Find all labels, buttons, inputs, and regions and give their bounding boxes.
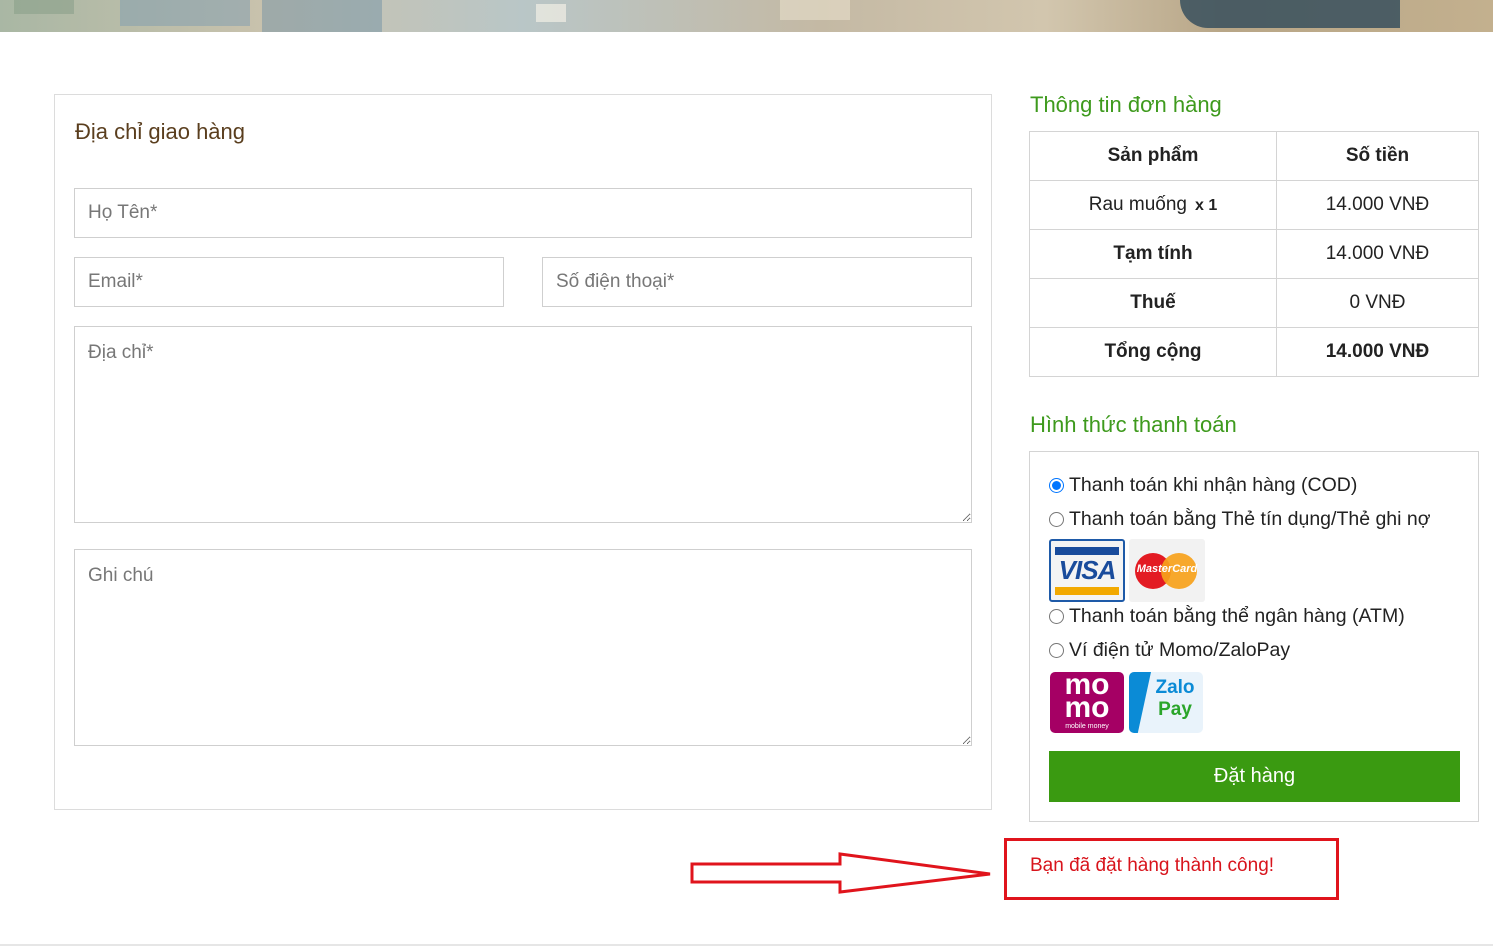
- subtotal-label: Tạm tính: [1029, 229, 1277, 279]
- payment-radio-ewallet[interactable]: [1049, 643, 1064, 658]
- address-textarea[interactable]: [74, 326, 972, 523]
- payment-radio-atm[interactable]: [1049, 609, 1064, 624]
- visa-logo: VISA: [1049, 539, 1125, 602]
- payment-radio-cod[interactable]: [1049, 478, 1064, 493]
- total-label: Tổng cộng: [1029, 327, 1277, 377]
- table-row-item: Rau muống x 1 14.000 VNĐ: [1029, 180, 1479, 230]
- mastercard-logo-text: MasterCard: [1136, 563, 1198, 575]
- payment-radio-card[interactable]: [1049, 512, 1064, 527]
- total-value: 14.000 VNĐ: [1276, 327, 1479, 377]
- payment-option-label: Ví điện tử Momo/ZaloPay: [1069, 639, 1291, 661]
- payment-option-atm[interactable]: Thanh toán bằng thể ngân hàng (ATM): [1048, 605, 1405, 628]
- phone-input[interactable]: [542, 257, 972, 307]
- shipping-address-card: Địa chỉ giao hàng: [54, 94, 992, 810]
- momo-logo: mo mo mobile money: [1050, 672, 1124, 733]
- item-price: 14.000 VNĐ: [1276, 180, 1479, 230]
- address-section-title: Địa chỉ giao hàng: [75, 119, 246, 144]
- momo-logo-text-bottom: mo: [1064, 691, 1110, 724]
- table-row-tax: Thuế 0 VNĐ: [1029, 278, 1479, 328]
- payment-method-box: Thanh toán khi nhận hàng (COD) Thanh toá…: [1029, 451, 1479, 822]
- tax-label: Thuế: [1029, 278, 1277, 328]
- tax-value: 0 VNĐ: [1276, 278, 1479, 328]
- annotation-arrow-icon: [690, 852, 991, 894]
- table-row-total: Tổng cộng 14.000 VNĐ: [1029, 327, 1479, 377]
- payment-method-title: Hình thức thanh toán: [1030, 412, 1237, 437]
- place-order-button[interactable]: Đặt hàng: [1049, 751, 1460, 802]
- momo-logo-tagline: mobile money: [1065, 723, 1109, 730]
- item-name: Rau muống: [1088, 194, 1187, 215]
- order-summary-table: Sản phẩm Số tiền Rau muống x 1 14.000 VNĐ…: [1029, 131, 1479, 377]
- item-cell: Rau muống x 1: [1029, 180, 1277, 230]
- zalopay-logo: Zalo Pay: [1129, 672, 1203, 733]
- success-message: Bạn đã đặt hàng thành công!: [1030, 855, 1275, 876]
- page-divider: [0, 944, 1493, 946]
- order-info-title: Thông tin đơn hàng: [1030, 92, 1222, 117]
- table-header-row: Sản phẩm Số tiền: [1029, 131, 1479, 181]
- email-input[interactable]: [74, 257, 504, 307]
- zalopay-logo-text-bottom: Pay: [1158, 699, 1192, 720]
- payment-option-cod[interactable]: Thanh toán khi nhận hàng (COD): [1048, 474, 1357, 497]
- mastercard-logo: MasterCard: [1129, 539, 1205, 602]
- full-name-input[interactable]: [74, 188, 972, 238]
- note-textarea[interactable]: [74, 549, 972, 746]
- payment-option-ewallet[interactable]: Ví điện tử Momo/ZaloPay: [1048, 639, 1290, 662]
- visa-logo-text: VISA: [1058, 555, 1117, 585]
- order-success-notice: Bạn đã đặt hàng thành công!: [1004, 838, 1339, 900]
- column-header-product: Sản phẩm: [1029, 131, 1277, 181]
- header-banner-image: [0, 0, 1493, 32]
- subtotal-value: 14.000 VNĐ: [1276, 229, 1479, 279]
- payment-option-label: Thanh toán khi nhận hàng (COD): [1069, 474, 1358, 496]
- payment-option-label: Thanh toán bằng Thẻ tín dụng/Thẻ ghi nợ: [1069, 508, 1431, 530]
- column-header-amount: Số tiền: [1276, 131, 1479, 181]
- zalopay-logo-text-top: Zalo: [1155, 677, 1195, 698]
- table-row-subtotal: Tạm tính 14.000 VNĐ: [1029, 229, 1479, 279]
- payment-option-card[interactable]: Thanh toán bằng Thẻ tín dụng/Thẻ ghi nợ: [1048, 508, 1431, 531]
- item-quantity: x 1: [1194, 197, 1218, 214]
- payment-option-label: Thanh toán bằng thể ngân hàng (ATM): [1069, 605, 1405, 627]
